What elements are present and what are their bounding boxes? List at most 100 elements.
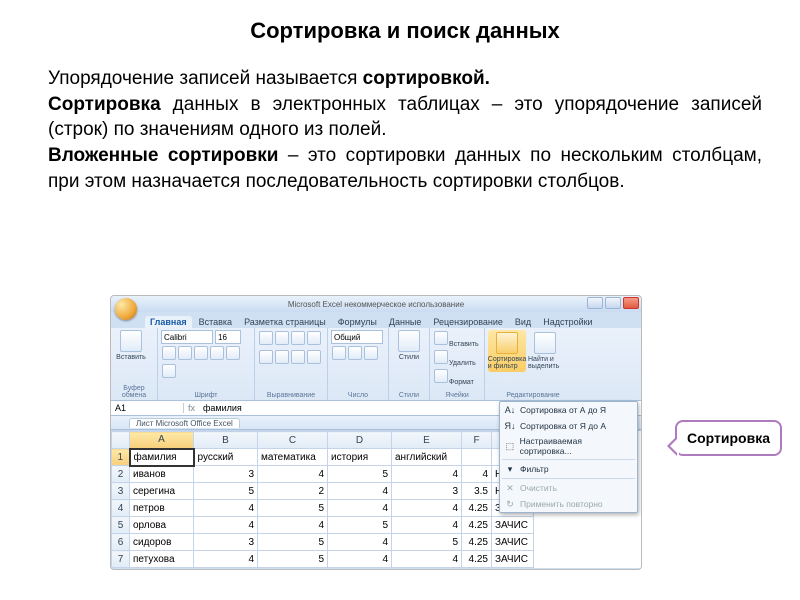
cell[interactable]: 4 [194, 551, 258, 568]
cell[interactable]: 4.25 [462, 517, 492, 534]
maximize-button[interactable] [605, 297, 621, 309]
cell[interactable]: 4 [328, 500, 392, 517]
delete-cells-button[interactable]: Удалить [433, 349, 481, 367]
cell[interactable]: 4 [194, 500, 258, 517]
clear-icon: ✕ [504, 482, 516, 494]
cell[interactable]: 4 [194, 517, 258, 534]
fill-color-button[interactable] [226, 346, 240, 360]
cell[interactable]: 4 [328, 534, 392, 551]
cell[interactable]: 4 [392, 500, 462, 517]
number-format-combo[interactable]: Общий [331, 330, 383, 344]
underline-button[interactable] [194, 346, 208, 360]
cell[interactable]: орлова [130, 517, 194, 534]
menu-clear: ✕Очистить [500, 480, 637, 496]
cell[interactable]: петров [130, 500, 194, 517]
cell[interactable]: 5 [392, 534, 462, 551]
cell[interactable]: иванов [130, 466, 194, 483]
col-header-f[interactable]: F [462, 432, 492, 449]
format-cells-button[interactable]: Формат [433, 368, 481, 386]
col-header-a[interactable]: A [130, 432, 194, 449]
cell[interactable]: русский [194, 449, 258, 466]
slide-body: Упорядочение записей называется сортиров… [48, 66, 762, 194]
cell[interactable]: 4 [392, 466, 462, 483]
cell[interactable]: фамилия [130, 449, 194, 466]
cell[interactable]: сидоров [130, 534, 194, 551]
tab-view[interactable]: Вид [510, 316, 536, 328]
col-header-d[interactable]: D [328, 432, 392, 449]
styles-button[interactable]: Стили [392, 330, 426, 361]
col-header-b[interactable]: B [194, 432, 258, 449]
col-header-c[interactable]: C [258, 432, 328, 449]
cell[interactable]: 4 [392, 551, 462, 568]
cell[interactable]: 4 [328, 551, 392, 568]
find-select-button[interactable]: Найти и выделить [528, 330, 562, 372]
tab-review[interactable]: Рецензирование [428, 316, 508, 328]
menu-filter[interactable]: ▾Фильтр [500, 461, 637, 477]
close-button[interactable] [623, 297, 639, 309]
paste-button[interactable]: Вставить [114, 330, 148, 361]
tab-formulas[interactable]: Формулы [333, 316, 382, 328]
cell[interactable]: 4 [328, 483, 392, 500]
cell[interactable]: 5 [258, 551, 328, 568]
cell[interactable]: 2 [258, 483, 328, 500]
row-header[interactable]: 1 [112, 449, 130, 466]
cell[interactable]: 3 [392, 483, 462, 500]
group-number: Число [328, 392, 388, 399]
tab-addins[interactable]: Надстройки [538, 316, 597, 328]
clipboard-icon [120, 330, 142, 352]
sort-az-icon: А↓ [504, 404, 516, 416]
tab-page-layout[interactable]: Разметка страницы [239, 316, 331, 328]
minimize-button[interactable] [587, 297, 603, 309]
tab-insert[interactable]: Вставка [194, 316, 237, 328]
cell[interactable]: 5 [328, 517, 392, 534]
font-size-combo[interactable]: 16 [215, 330, 241, 344]
cell[interactable]: 5 [328, 466, 392, 483]
insert-cells-button[interactable]: Вставить [433, 330, 481, 348]
cell[interactable]: 4.25 [462, 534, 492, 551]
cell[interactable]: английский [392, 449, 462, 466]
font-combo[interactable]: Calibri [161, 330, 213, 344]
row-header[interactable]: 3 [112, 483, 130, 500]
office-button[interactable] [115, 298, 137, 320]
row-header[interactable]: 5 [112, 517, 130, 534]
sort-filter-button[interactable]: Сортировка и фильтр [488, 330, 526, 372]
cell[interactable] [462, 449, 492, 466]
cell[interactable]: 3 [194, 534, 258, 551]
cell[interactable]: 3 [194, 466, 258, 483]
border-button[interactable] [210, 346, 224, 360]
cell[interactable]: 4.25 [462, 500, 492, 517]
cell[interactable]: петухова [130, 551, 194, 568]
menu-sort-za[interactable]: Я↓Сортировка от Я до А [500, 418, 637, 434]
menu-sort-az[interactable]: А↓Сортировка от А до Я [500, 402, 637, 418]
row-header[interactable]: 6 [112, 534, 130, 551]
cell[interactable]: 4 [258, 466, 328, 483]
cell[interactable]: история [328, 449, 392, 466]
cell[interactable]: 4 [462, 466, 492, 483]
row-header[interactable]: 7 [112, 551, 130, 568]
cell[interactable]: 4 [258, 517, 328, 534]
menu-custom-sort[interactable]: ⬚Настраиваемая сортировка... [500, 434, 637, 458]
cell[interactable]: 5 [258, 500, 328, 517]
cell[interactable]: серегина [130, 483, 194, 500]
cell[interactable]: ЗАЧИС [492, 534, 534, 551]
cell[interactable]: 5 [258, 534, 328, 551]
bold-button[interactable] [162, 346, 176, 360]
cell[interactable]: 5 [194, 483, 258, 500]
filter-icon: ▾ [504, 463, 516, 475]
cell[interactable]: ЗАЧИС [492, 517, 534, 534]
cell[interactable]: математика [258, 449, 328, 466]
cell[interactable]: 4.25 [462, 551, 492, 568]
font-color-button[interactable] [162, 364, 176, 378]
cell[interactable]: ЗАЧИС [492, 551, 534, 568]
sheet-tab[interactable]: Лист Microsoft Office Excel [129, 418, 240, 428]
cell[interactable]: 3.5 [462, 483, 492, 500]
italic-button[interactable] [178, 346, 192, 360]
cell[interactable]: 4 [392, 517, 462, 534]
sort-filter-menu: А↓Сортировка от А до Я Я↓Сортировка от Я… [499, 401, 638, 513]
row-header[interactable]: 4 [112, 500, 130, 517]
col-header-e[interactable]: E [392, 432, 462, 449]
name-box[interactable]: A1 [111, 403, 184, 413]
tab-data[interactable]: Данные [384, 316, 427, 328]
tab-home[interactable]: Главная [145, 316, 192, 328]
row-header[interactable]: 2 [112, 466, 130, 483]
